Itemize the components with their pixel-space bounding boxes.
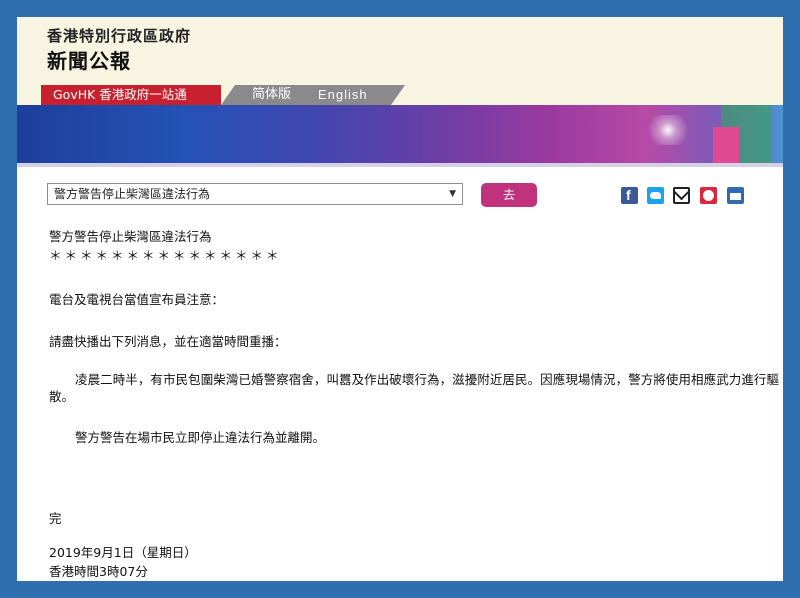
dropdown-arrow-icon: ▼	[449, 189, 456, 199]
english-link[interactable]: English	[318, 85, 368, 105]
article-title: 警方警告停止柴灣區違法行為	[49, 229, 212, 244]
article-toolbar: 警方警告停止柴灣區違法行為 ▼ 去	[47, 183, 767, 209]
broadcast-instruction: 請盡快播出下列消息，並在適當時間重播：	[49, 334, 287, 349]
banner-decoration	[713, 127, 739, 163]
header-banner	[17, 105, 783, 163]
govhk-link[interactable]: GovHK 香港政府一站通	[41, 85, 235, 105]
article-end-mark: 完	[49, 511, 62, 526]
twitter-icon[interactable]	[647, 187, 664, 204]
article-time: 香港時間3時07分	[49, 564, 148, 579]
banner-divider	[17, 163, 783, 167]
article-paragraph: 警方警告在場市民立即停止違法行為並離開。	[75, 430, 326, 445]
go-button[interactable]: 去	[481, 183, 537, 207]
page-frame: 香港特別行政區政府 新聞公報 GovHK 香港政府一站通 简体版 English…	[17, 17, 783, 581]
site-title[interactable]: 新聞公報	[47, 45, 131, 74]
top-nav: GovHK 香港政府一站通 简体版 English	[17, 85, 783, 105]
facebook-icon[interactable]	[621, 187, 638, 204]
site-header: 香港特別行政區政府 新聞公報 GovHK 香港政府一站通 简体版 English	[17, 17, 783, 105]
broadcast-notice: 電台及電視台當值宣布員注意：	[49, 292, 225, 307]
department-name: 香港特別行政區政府	[47, 27, 192, 45]
article-separator: ＊＊＊＊＊＊＊＊＊＊＊＊＊＊＊	[49, 248, 282, 263]
article-paragraph: 凌晨二時半，有市民包圍柴灣已婚警察宿舍，叫囂及作出破壞行為，滋擾附近居民。因應現…	[49, 372, 779, 404]
article-date: 2019年9月1日（星期日）	[49, 545, 197, 560]
article-select[interactable]: 警方警告停止柴灣區違法行為 ▼	[47, 183, 463, 205]
print-icon[interactable]	[727, 187, 744, 204]
banner-light-flare	[638, 115, 698, 145]
article-select-value: 警方警告停止柴灣區違法行為	[54, 187, 211, 201]
simplified-chinese-link[interactable]: 简体版	[252, 85, 291, 105]
email-icon[interactable]	[673, 187, 690, 204]
weibo-icon[interactable]	[700, 187, 717, 204]
